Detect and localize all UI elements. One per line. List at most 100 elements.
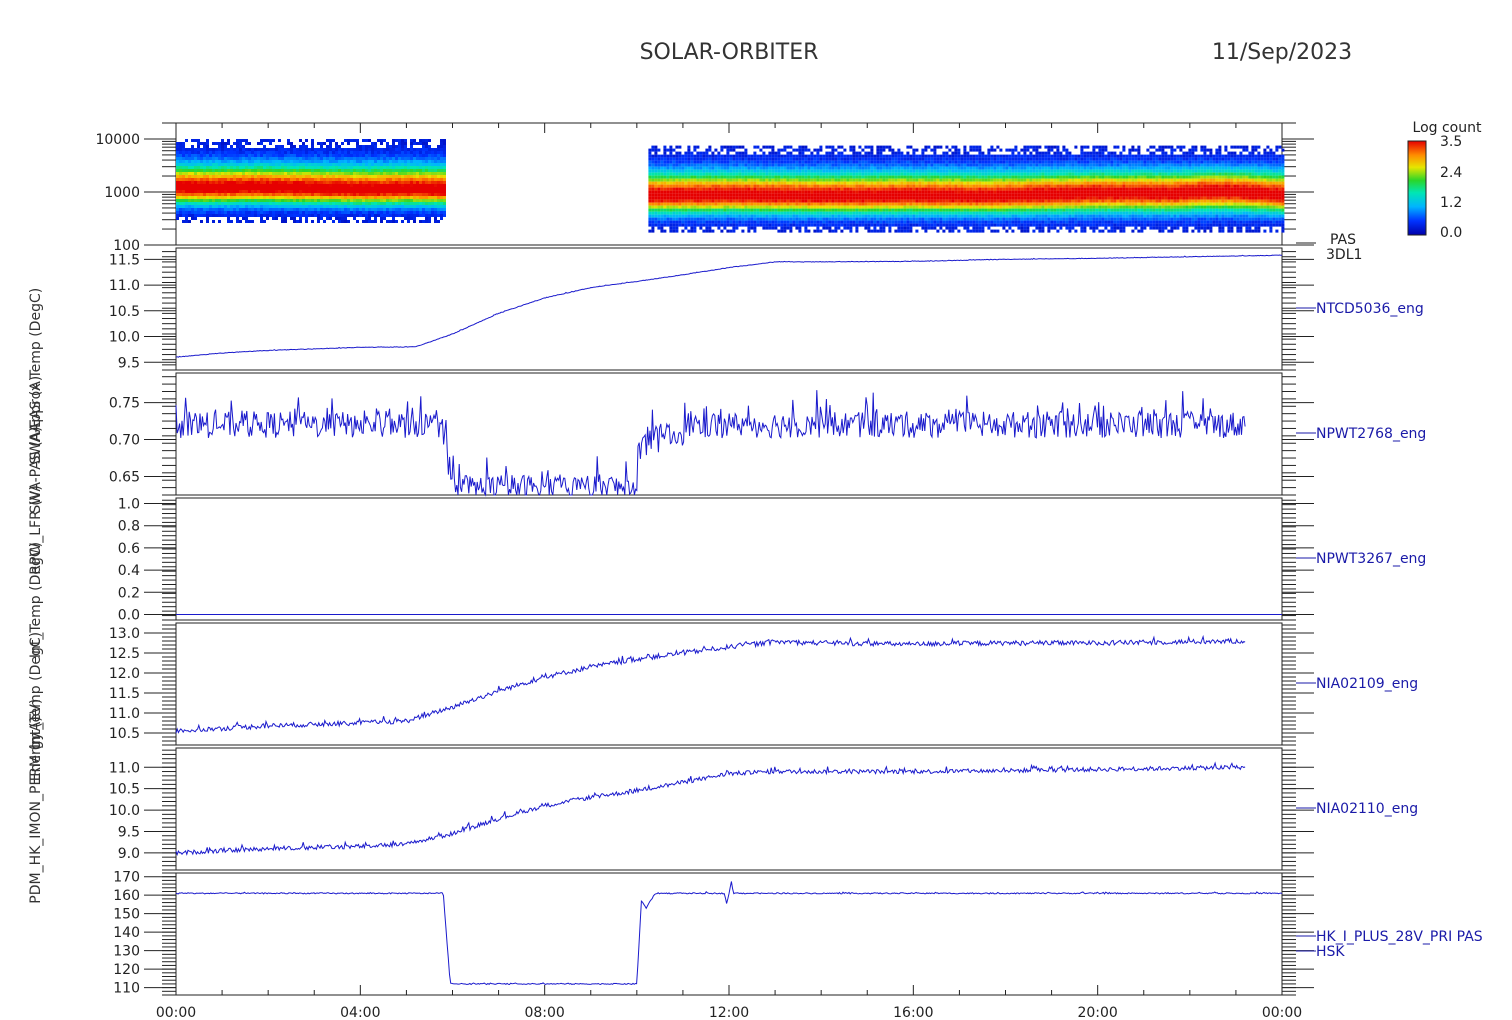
- spectrogram-cell: [726, 154, 730, 158]
- spectrogram-cell: [293, 214, 296, 217]
- spectrogram-cell: [374, 160, 377, 163]
- spectrogram-cell: [362, 175, 365, 178]
- spectrogram-cell: [840, 175, 844, 179]
- spectrogram-cell: [299, 169, 302, 172]
- spectrogram-cell: [939, 226, 943, 230]
- spectrogram-cell: [687, 202, 691, 206]
- spectrogram-cell: [362, 139, 365, 142]
- spectrogram-cell: [942, 154, 946, 158]
- spectrogram-cell: [696, 190, 700, 194]
- spectrogram-cell: [191, 163, 194, 166]
- spectrogram-cell: [822, 172, 826, 176]
- spectrogram-cell: [930, 211, 934, 215]
- spectrogram-cell: [705, 148, 709, 152]
- spectrogram-cell: [753, 154, 757, 158]
- spectrogram-cell: [762, 193, 766, 197]
- spectrogram-cell: [389, 145, 392, 148]
- spectrogram-cell: [708, 223, 712, 227]
- spectrogram-cell: [927, 211, 931, 215]
- spectrogram-cell: [732, 220, 736, 224]
- spectrogram-cell: [224, 157, 227, 160]
- spectrogram-cell: [897, 190, 901, 194]
- spectrogram-cell: [810, 181, 814, 185]
- spectrogram-cell: [185, 193, 188, 196]
- spectrogram-cell: [810, 193, 814, 197]
- spectrogram-cell: [440, 193, 443, 196]
- spectrogram-cell: [708, 229, 712, 233]
- spectrogram-cell: [200, 193, 203, 196]
- spectrogram-cell: [858, 151, 862, 155]
- spectrogram-cell: [440, 199, 443, 202]
- spectrogram-cell: [741, 211, 745, 215]
- spectrogram-cell: [275, 160, 278, 163]
- spectrogram-cell: [726, 190, 730, 194]
- spectrogram-cell: [398, 205, 401, 208]
- spectrogram-cell: [194, 160, 197, 163]
- spectrogram-cell: [239, 160, 242, 163]
- spectrogram-cell: [275, 184, 278, 187]
- spectrogram-cell: [876, 190, 880, 194]
- spectrogram-cell: [410, 172, 413, 175]
- spectrogram-cell: [825, 193, 829, 197]
- spectrogram-cell: [738, 151, 742, 155]
- spectrogram-cell: [858, 202, 862, 206]
- spectrogram-cell: [672, 220, 676, 224]
- spectrogram-cell: [735, 193, 739, 197]
- spectrogram-cell: [771, 214, 775, 218]
- spectrogram-cell: [924, 205, 928, 209]
- spectrogram-cell: [392, 145, 395, 148]
- spectrogram-cell: [254, 196, 257, 199]
- spectrogram-cell: [861, 223, 865, 227]
- spectrogram-cell: [368, 145, 371, 148]
- spectrogram-cell: [651, 178, 655, 182]
- spectrogram-cell: [209, 211, 212, 214]
- spectrogram-cell: [915, 166, 919, 170]
- spectrogram-cell: [879, 208, 883, 212]
- spectrogram-cell: [708, 202, 712, 206]
- spectrogram-cell: [362, 145, 365, 148]
- spectrogram-cell: [209, 205, 212, 208]
- spectrogram-cell: [371, 169, 374, 172]
- spectrogram-cell: [720, 208, 724, 212]
- spectrogram-cell: [275, 196, 278, 199]
- spectrogram-cell: [338, 160, 341, 163]
- spectrogram-cell: [888, 226, 892, 230]
- spectrogram-cell: [425, 184, 428, 187]
- spectrogram-cell: [768, 211, 772, 215]
- spectrogram-cell: [230, 202, 233, 205]
- spectrogram-cell: [335, 151, 338, 154]
- spectrogram-cell: [774, 175, 778, 179]
- spectrogram-cell: [179, 190, 182, 193]
- spectrogram-cell: [314, 148, 317, 151]
- spectrogram-cell: [882, 190, 886, 194]
- spectrogram-cell: [918, 187, 922, 191]
- spectrogram-cell: [257, 181, 260, 184]
- spectrogram-cell: [413, 214, 416, 217]
- spectrogram-cell: [891, 184, 895, 188]
- spectrogram-cell: [684, 154, 688, 158]
- spectrogram-cell: [864, 193, 868, 197]
- spectrogram-cell: [939, 220, 943, 224]
- spectrogram-cell: [218, 214, 221, 217]
- spectrogram-cell: [942, 175, 946, 179]
- spectrogram-cell: [687, 196, 691, 200]
- spectrogram-cell: [314, 181, 317, 184]
- spectrogram-cell: [759, 211, 763, 215]
- spectrogram-cell: [687, 163, 691, 167]
- spectrogram-cell: [753, 145, 757, 149]
- spectrogram-cell: [359, 169, 362, 172]
- spectrogram-cell: [846, 187, 850, 191]
- spectrogram-cell: [813, 160, 817, 164]
- spectrogram-cell: [326, 190, 329, 193]
- spectrogram-cell: [215, 193, 218, 196]
- spectrogram-cell: [230, 187, 233, 190]
- spectrogram-cell: [813, 166, 817, 170]
- spectrogram-cell: [179, 151, 182, 154]
- spectrogram-cell: [302, 151, 305, 154]
- spectrogram-cell: [317, 190, 320, 193]
- spectrogram-cell: [795, 196, 799, 200]
- spectrogram-cell: [897, 205, 901, 209]
- spectrogram-cell: [699, 199, 703, 203]
- spectrogram-cell: [870, 157, 874, 161]
- spectrogram-cell: [795, 172, 799, 176]
